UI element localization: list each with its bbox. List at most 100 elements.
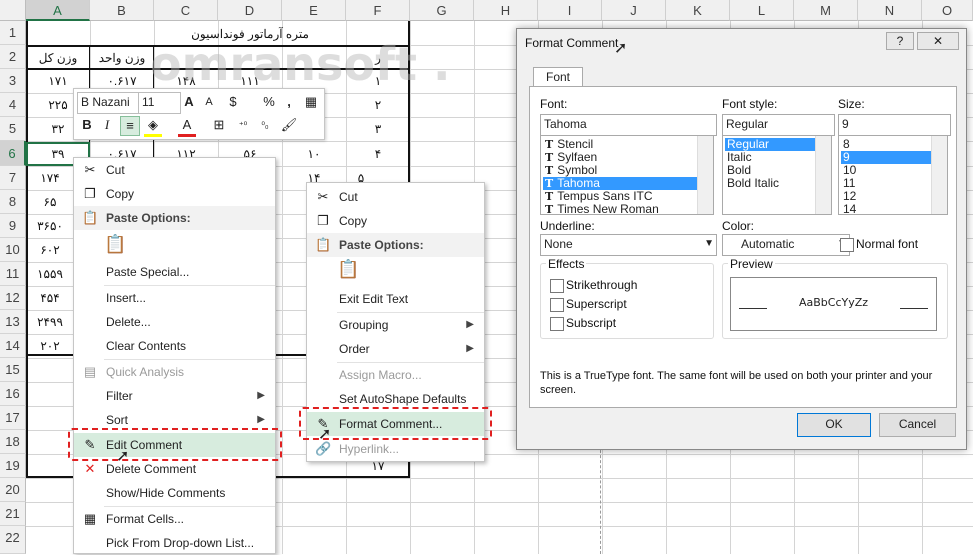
font-style-field[interactable]: Regular — [722, 114, 835, 136]
font-color-button[interactable]: A — [178, 116, 196, 137]
column-header-o[interactable]: O — [922, 0, 973, 21]
cell-b2[interactable] — [90, 47, 154, 69]
row-header-15[interactable]: 15 — [0, 358, 26, 382]
column-header-h[interactable]: H — [474, 0, 538, 21]
row-header-9[interactable]: 9 — [0, 214, 26, 238]
scrollbar[interactable] — [815, 136, 831, 214]
menu-item-delete[interactable]: Delete... — [74, 310, 275, 334]
paste-icon[interactable]: 📋 — [104, 234, 126, 258]
list-item[interactable]: 8 — [841, 138, 931, 151]
comma-button[interactable]: , — [280, 93, 298, 111]
menu-item-exit-edit-text[interactable]: Exit Edit Text — [307, 287, 484, 311]
menu-item-format-cells[interactable]: ▦ Format Cells... — [74, 507, 275, 531]
increase-decimal-icon[interactable]: ⁺⁰ — [234, 116, 252, 134]
row-header-18[interactable]: 18 — [0, 430, 26, 454]
shrink-font-button[interactable]: A — [200, 93, 218, 111]
row-header-20[interactable]: 20 — [0, 478, 26, 502]
row-header-17[interactable]: 17 — [0, 406, 26, 430]
cell-f4[interactable]: ۲ — [346, 94, 410, 117]
row-header-22[interactable]: 22 — [0, 526, 26, 554]
font-list[interactable]: T Stencil T Sylfaen T Symbol T Tahoma T Tempu… — [540, 135, 714, 215]
column-header-a[interactable]: A — [26, 0, 90, 21]
underline-select[interactable]: None ▼ — [540, 234, 717, 256]
cell-e6[interactable]: ۱۰ — [282, 142, 346, 166]
font-size-combo[interactable]: 11 — [138, 92, 181, 114]
row-header-19[interactable]: 19 — [0, 454, 26, 478]
ok-button[interactable]: OK — [797, 413, 871, 437]
column-header-e[interactable]: E — [282, 0, 346, 21]
row-header-1[interactable]: 1 — [0, 21, 26, 45]
cancel-button[interactable]: Cancel — [879, 413, 956, 437]
row-header-10[interactable]: 10 — [0, 238, 26, 262]
row-header-16[interactable]: 16 — [0, 382, 26, 406]
menu-item-quick-analysis[interactable]: ▤ Quick Analysis — [74, 360, 275, 384]
menu-item-paste-special[interactable]: Paste Special... — [74, 260, 275, 284]
cell-a7[interactable]: ۱۷۴ — [26, 167, 74, 190]
font-style-list[interactable]: Regular Italic Bold Bold Italic — [722, 135, 832, 215]
column-header-l[interactable]: L — [730, 0, 794, 21]
bold-button[interactable]: B — [78, 116, 96, 134]
column-header-i[interactable]: I — [538, 0, 602, 21]
menu-item-grouping[interactable]: Grouping ▶ — [307, 313, 484, 337]
list-item[interactable]: T Times New Roman — [543, 203, 697, 215]
row-header-3[interactable]: 3 — [0, 69, 26, 93]
column-header-c[interactable]: C — [154, 0, 218, 21]
row-header-2[interactable]: 2 — [0, 45, 26, 69]
cell-a12[interactable]: ۴۵۴ — [26, 287, 74, 310]
list-item[interactable]: 14 — [841, 203, 931, 215]
percent-button[interactable]: % — [260, 93, 278, 111]
paintbrush-icon[interactable]: 🖌 — [280, 116, 298, 134]
scrollbar[interactable] — [697, 136, 713, 214]
cell-a13[interactable]: ۲۴۹۹ — [26, 311, 74, 334]
menu-item-pick-from-list[interactable]: Pick From Drop-down List... — [74, 531, 275, 555]
cell-f5[interactable]: ۳ — [346, 118, 410, 141]
menu-item-clear-contents[interactable]: Clear Contents — [74, 334, 275, 358]
menu-item-hyperlink[interactable]: 🔗 Hyperlink... — [307, 437, 484, 461]
row-header-8[interactable]: 8 — [0, 190, 26, 214]
grow-font-button[interactable]: A — [180, 93, 198, 111]
column-header-d[interactable]: D — [218, 0, 282, 21]
cell-a10[interactable]: ۶۰۲ — [26, 239, 74, 262]
row-header-13[interactable]: 13 — [0, 310, 26, 334]
subscript-checkbox[interactable] — [550, 317, 564, 331]
row-header-5[interactable]: 5 — [0, 117, 26, 141]
menu-item-show-hide-comments[interactable]: Show/Hide Comments — [74, 481, 275, 505]
row-header-11[interactable]: 11 — [0, 262, 26, 286]
menu-item-insert[interactable]: Insert... — [74, 286, 275, 310]
column-header-k[interactable]: K — [666, 0, 730, 21]
cell-a11[interactable]: ۱۵۵۹ — [26, 263, 74, 286]
close-icon[interactable]: ✕ — [917, 32, 959, 50]
row-header-4[interactable]: 4 — [0, 93, 26, 117]
row-header-14[interactable]: 14 — [0, 334, 26, 358]
borders-icon[interactable]: ⊞ — [210, 116, 228, 134]
currency-button[interactable]: $ — [224, 93, 242, 111]
cell-a9[interactable]: ۳۶۵۰ — [26, 215, 74, 238]
align-center-icon[interactable]: ≡ — [120, 116, 140, 136]
tab-font[interactable]: Font — [533, 67, 583, 87]
font-field[interactable]: Tahoma — [540, 114, 717, 136]
superscript-checkbox[interactable] — [550, 298, 564, 312]
column-header-f[interactable]: F — [346, 0, 410, 21]
menu-item-copy[interactable]: ❐ Copy — [307, 209, 484, 233]
format-painter-icon[interactable]: ▦ — [302, 93, 320, 111]
column-header-m[interactable]: M — [794, 0, 858, 21]
menu-item-filter[interactable]: Filter ▶ — [74, 384, 275, 408]
row-header-7[interactable]: 7 — [0, 166, 26, 190]
strikethrough-checkbox[interactable] — [550, 279, 564, 293]
size-field[interactable]: 9 — [838, 114, 951, 136]
italic-button[interactable]: I — [98, 116, 116, 134]
menu-item-copy[interactable]: ❐ Copy — [74, 182, 275, 206]
menu-item-assign-macro[interactable]: Assign Macro... — [307, 363, 484, 387]
menu-item-order[interactable]: Order ▶ — [307, 337, 484, 361]
scrollbar[interactable] — [931, 136, 947, 214]
column-header-b[interactable]: B — [90, 0, 154, 21]
size-list[interactable]: 8 9 10 11 12 14 — [838, 135, 948, 215]
cell-a8[interactable]: ۶۵ — [26, 191, 74, 214]
column-header-n[interactable]: N — [858, 0, 922, 21]
cell-a14[interactable]: ۲۰۲ — [26, 335, 74, 358]
column-header-j[interactable]: J — [602, 0, 666, 21]
row-header-6[interactable]: 6 — [0, 141, 26, 166]
cell-f6[interactable]: ۴ — [346, 142, 410, 166]
font-name-combo[interactable]: B Nazani — [77, 92, 139, 114]
header-cell[interactable]: وزن کل — [26, 47, 90, 69]
